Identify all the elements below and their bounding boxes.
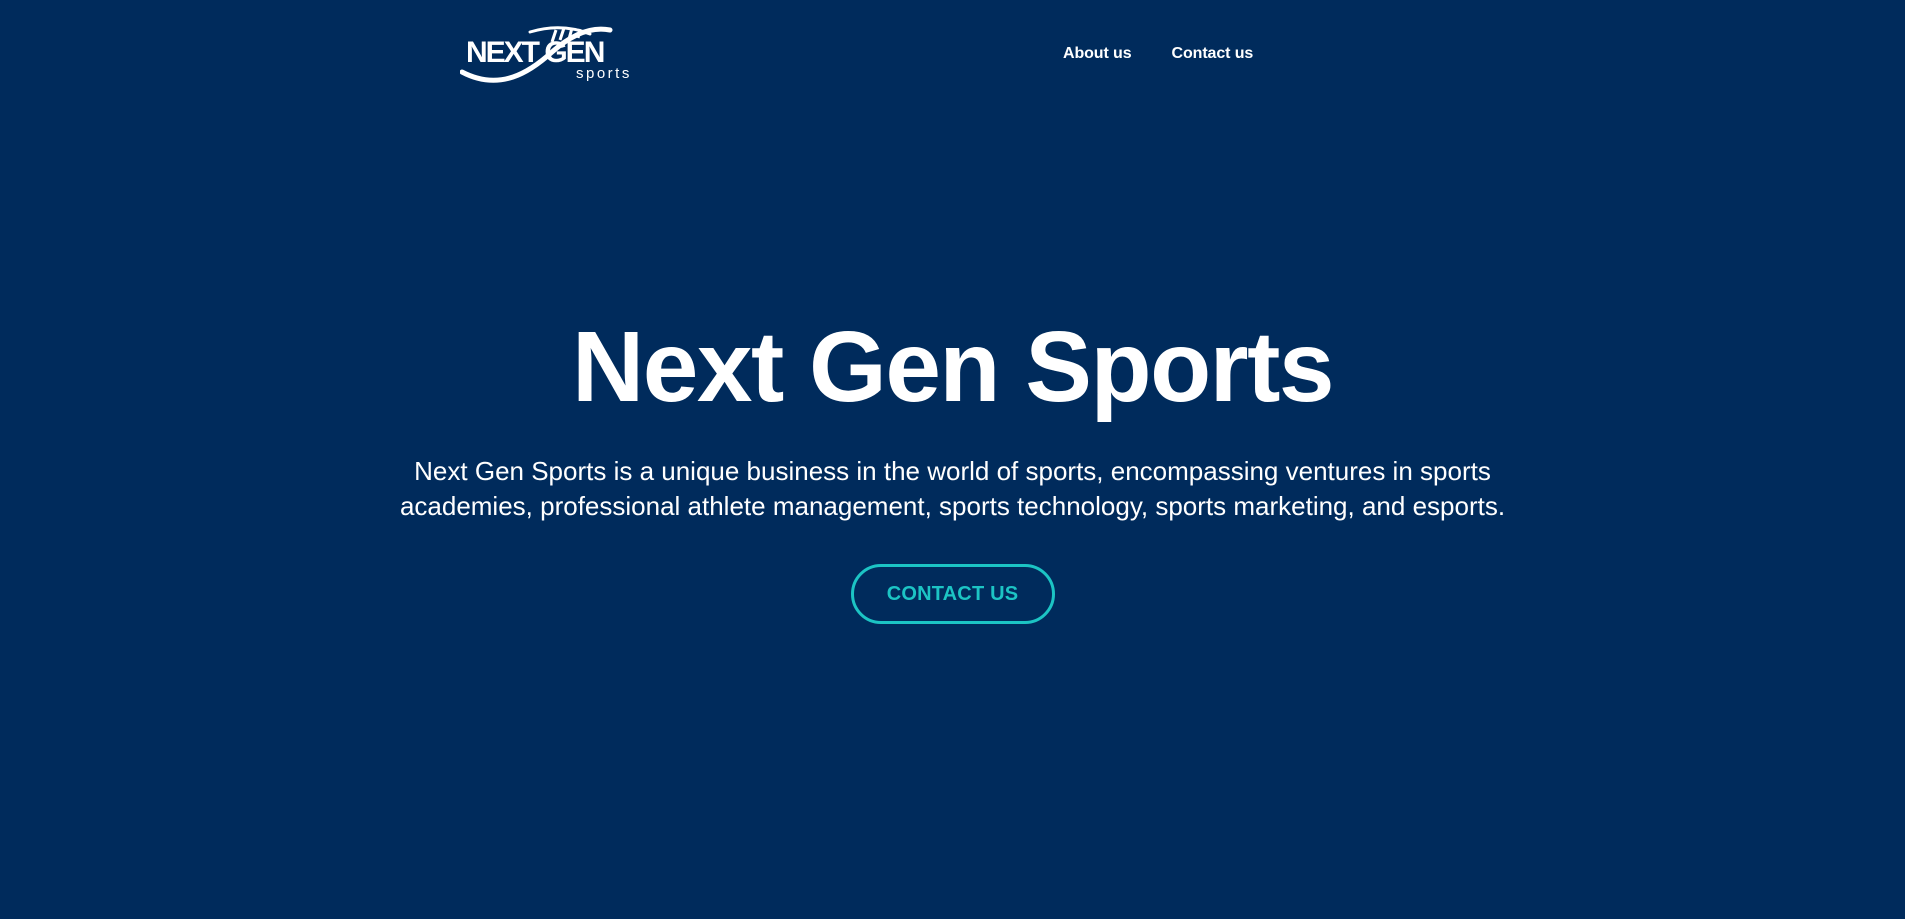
contact-us-button[interactable]: CONTACT US	[850, 564, 1055, 624]
svg-text:sports: sports	[576, 65, 632, 82]
next-gen-logo-icon: NEXT GEN sports	[459, 26, 632, 83]
hero-section: Next Gen Sports Next Gen Sports is a uni…	[0, 300, 1905, 624]
main-nav: About us Contact us	[1063, 44, 1253, 64]
site-logo[interactable]: NEXT GEN sports	[459, 22, 644, 84]
page: NEXT GEN sports About us Contact us Next…	[0, 0, 1905, 919]
nav-link-about-us[interactable]: About us	[1063, 44, 1132, 64]
site-header: NEXT GEN sports About us Contact us	[0, 0, 1905, 110]
hero-description: Next Gen Sports is a unique business in …	[399, 456, 1506, 521]
hero-title: Next Gen Sports	[572, 311, 1335, 423]
nav-link-contact-us[interactable]: Contact us	[1172, 44, 1254, 64]
